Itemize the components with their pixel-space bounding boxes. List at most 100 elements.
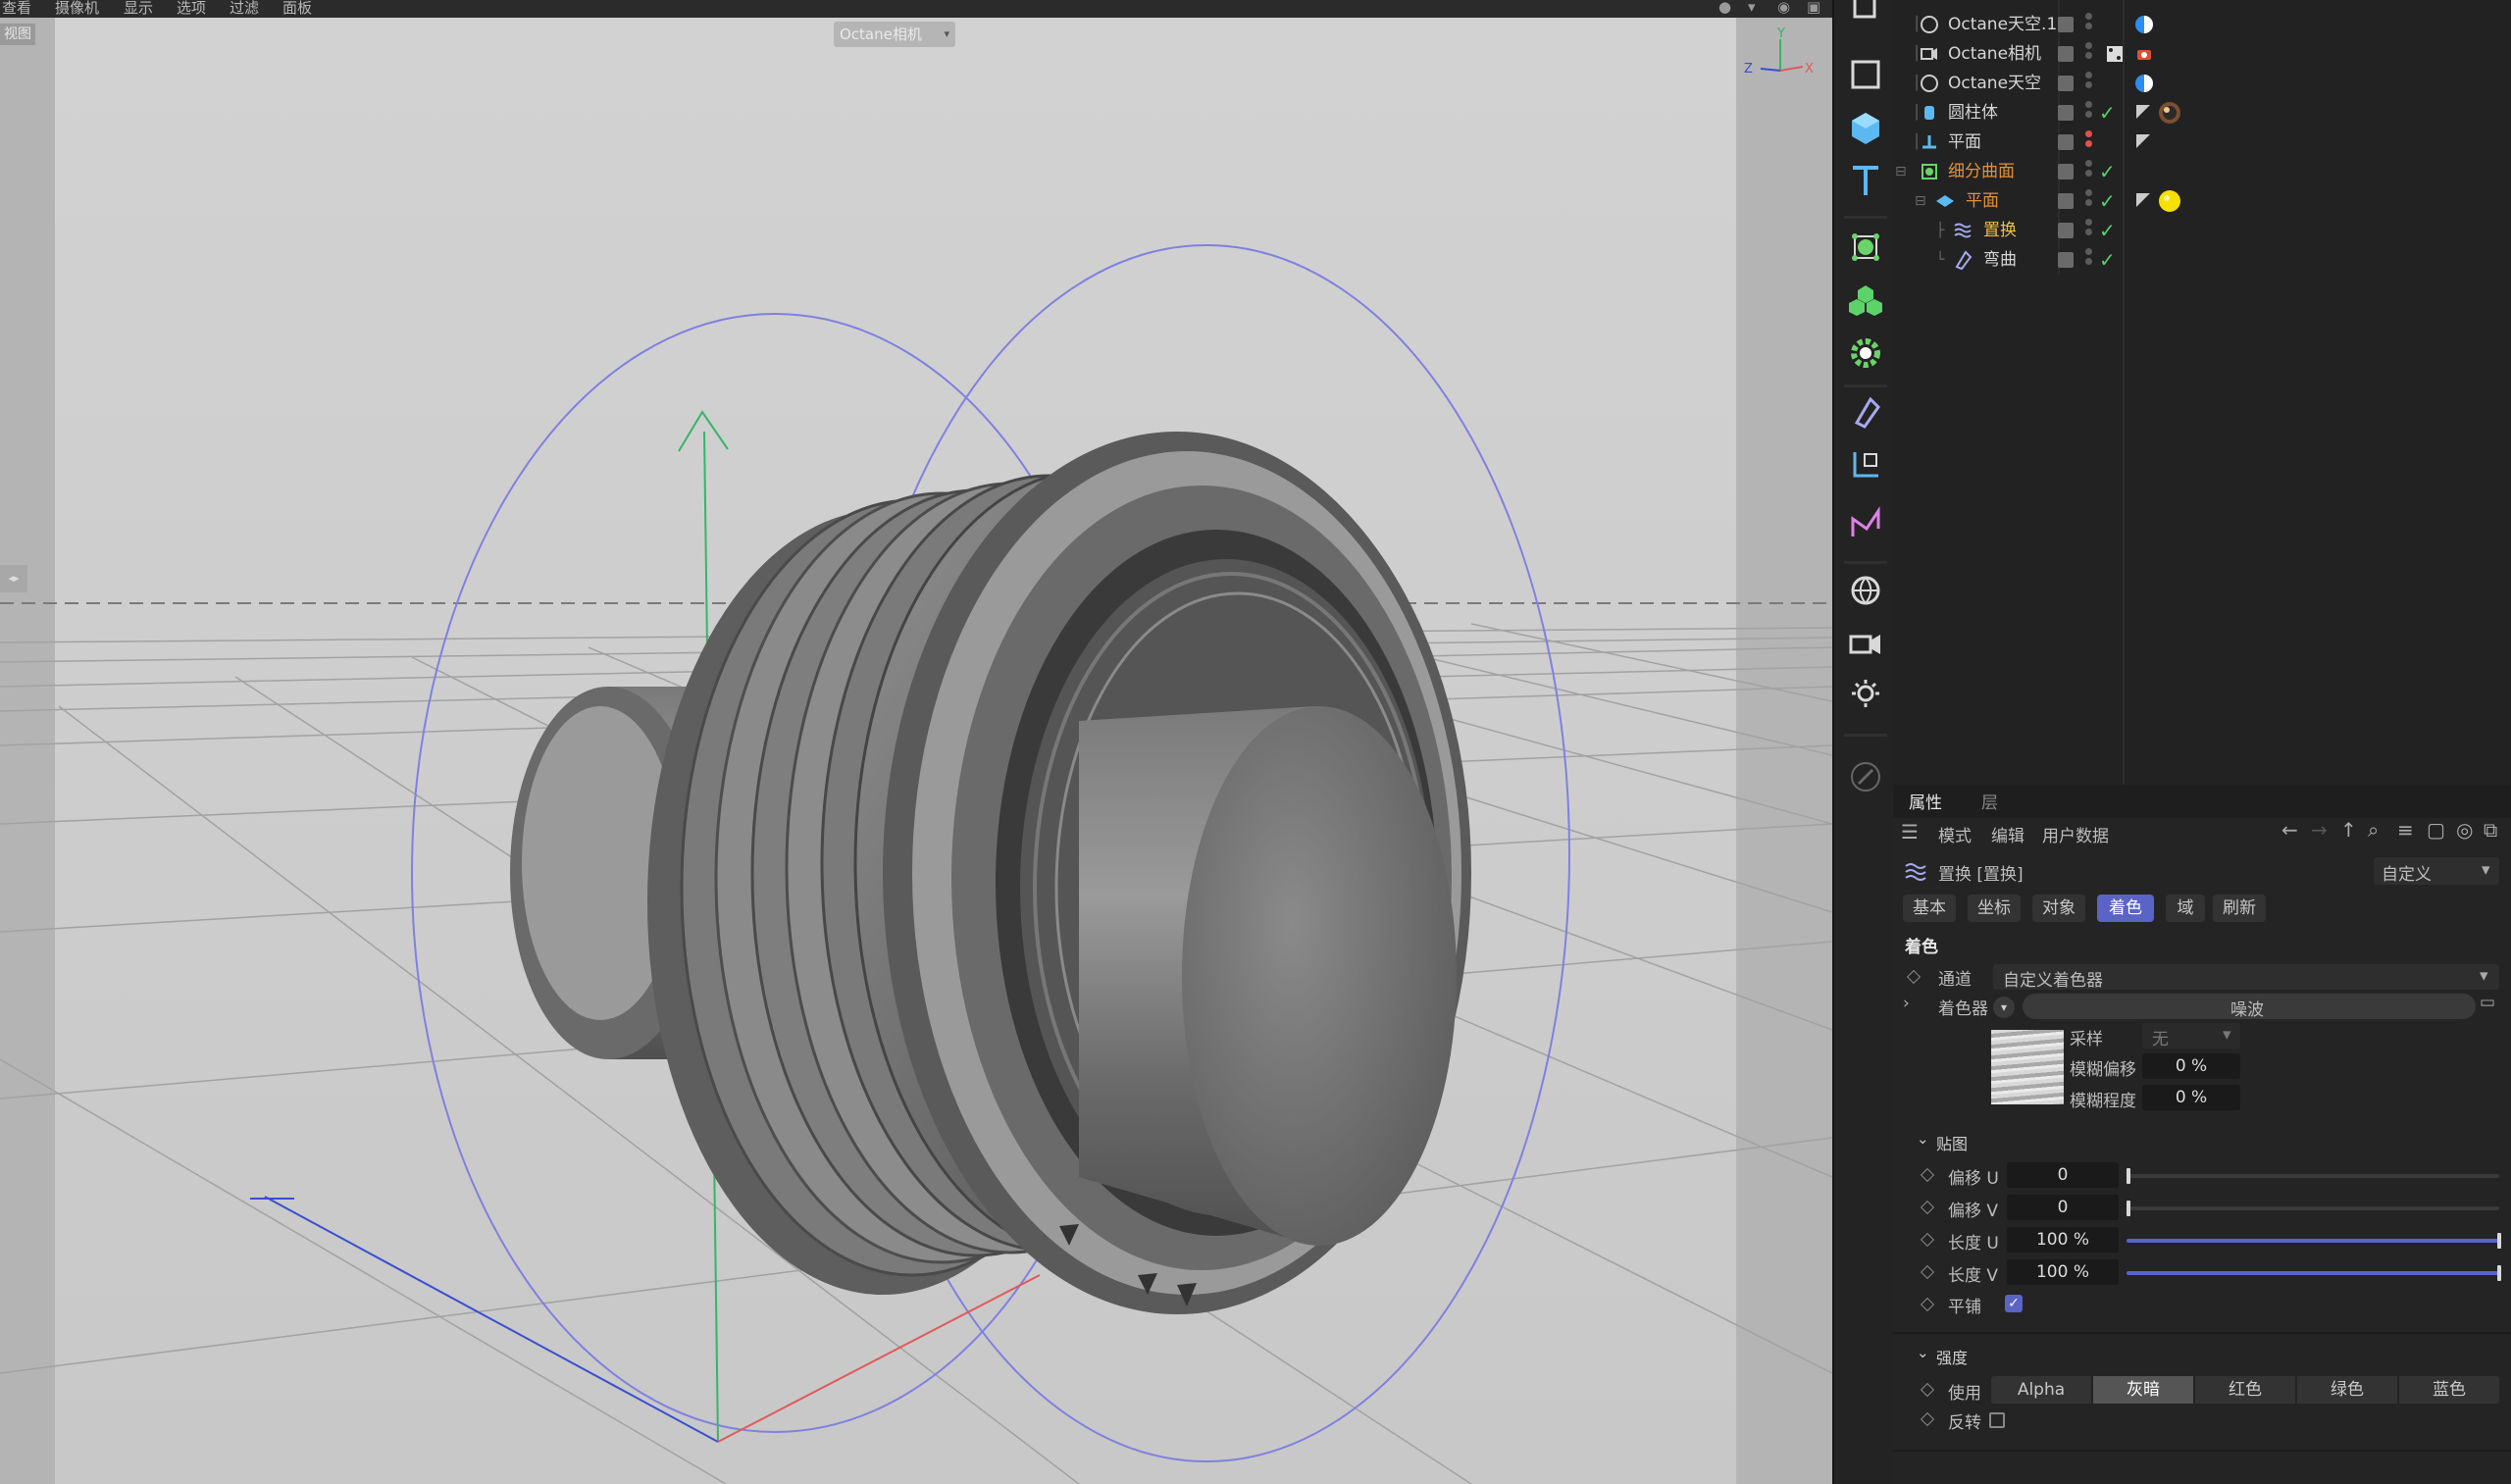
invert-checkbox[interactable] <box>1989 1412 2005 1428</box>
camera-tag-red[interactable] <box>2132 42 2156 66</box>
subtab-field[interactable]: 域 <box>2166 895 2205 922</box>
edit-layer-icon[interactable] <box>2058 134 2074 150</box>
edit-layer-icon[interactable] <box>2058 105 2074 121</box>
target-tag[interactable] <box>2103 42 2127 66</box>
object-row[interactable]: │ Octane相机 <box>1893 39 2511 69</box>
octane-tag-blue[interactable] <box>2132 13 2156 36</box>
edit-layer-icon[interactable] <box>2058 46 2074 62</box>
object-row[interactable]: ⊟ 平面 ✓ <box>1893 186 2511 216</box>
octane-tag-blue[interactable] <box>2132 72 2156 95</box>
visibility-dots[interactable] <box>2085 101 2093 125</box>
subtab-object[interactable]: 对象 <box>2032 895 2085 922</box>
menu-user-data[interactable]: 用户数据 <box>2042 822 2109 846</box>
shader-menu-button[interactable]: ▾ <box>1993 997 2015 1018</box>
blur-offset-field[interactable]: 0 % <box>2142 1053 2240 1079</box>
phong-tag[interactable] <box>2132 130 2156 154</box>
light-tool-button[interactable] <box>1844 675 1887 718</box>
filter-icon[interactable]: ≡ <box>2397 818 2414 842</box>
length-v-slider-handle[interactable] <box>2497 1265 2501 1281</box>
rotate-view-icon[interactable]: ◉ <box>1777 0 1795 16</box>
viewport-side-tab[interactable]: ◂▸ <box>0 565 27 592</box>
shader-slot[interactable]: 噪波 <box>2023 994 2476 1020</box>
menu-options[interactable]: 选项 <box>177 0 206 18</box>
tab-attributes[interactable]: 属性 <box>1909 789 1942 813</box>
environment-tool-button[interactable] <box>1844 569 1887 612</box>
edit-layer-icon[interactable] <box>2058 76 2074 91</box>
subtab-shading[interactable]: 着色 <box>2097 895 2154 922</box>
up-arrow-icon[interactable]: ↑ <box>2340 818 2357 842</box>
new-window-icon[interactable]: ⧉ <box>2484 818 2497 842</box>
displaced-plane-object[interactable] <box>647 432 1471 1314</box>
enabled-check-icon[interactable]: ✓ <box>2099 98 2116 128</box>
offset-v-slider-handle[interactable] <box>2127 1201 2130 1216</box>
edit-layer-icon[interactable] <box>2058 164 2074 179</box>
object-row[interactable]: │ Octane天空.1 <box>1893 10 2511 39</box>
object-row[interactable]: │ 圆柱体 ✓ <box>1893 98 2511 128</box>
length-u-slider[interactable] <box>2127 1239 2499 1243</box>
visibility-dots[interactable] <box>2085 130 2093 154</box>
edit-layer-icon[interactable] <box>2058 193 2074 209</box>
visibility-dots[interactable] <box>2085 42 2093 66</box>
deformer-tool-button[interactable] <box>1844 390 1887 434</box>
visibility-dots[interactable] <box>2085 219 2093 242</box>
rectangle-tool-button[interactable] <box>1844 53 1887 96</box>
offset-v-slider[interactable] <box>2127 1206 2499 1210</box>
move-view-icon[interactable]: ● <box>1718 0 1736 16</box>
maximize-view-icon[interactable]: ▣ <box>1807 0 1824 16</box>
length-v-slider[interactable] <box>2127 1271 2499 1275</box>
length-v-field[interactable]: 100 % <box>2007 1259 2119 1285</box>
menu-filter[interactable]: 过滤 <box>230 0 259 18</box>
enabled-check-icon[interactable]: ✓ <box>2099 245 2116 275</box>
target-icon[interactable]: ◎ <box>2456 818 2473 842</box>
visibility-dots[interactable] <box>2085 160 2093 183</box>
preset-dropdown[interactable]: 自定义 ▾ <box>2374 857 2499 885</box>
folder-icon[interactable]: ▭ <box>2480 993 2495 1012</box>
phong-tag[interactable] <box>2132 101 2156 125</box>
forward-arrow-icon[interactable]: → <box>2311 818 2328 842</box>
object-row[interactable]: ├ 置换 ✓ <box>1893 216 2511 245</box>
enabled-check-icon[interactable]: ✓ <box>2099 157 2116 186</box>
enabled-check-icon[interactable]: ✓ <box>2099 216 2116 245</box>
offset-u-field[interactable]: 0 <box>2007 1162 2119 1188</box>
blur-scale-field[interactable]: 0 % <box>2142 1085 2240 1110</box>
edit-layer-icon[interactable] <box>2058 223 2074 238</box>
use-gray-button[interactable]: 灰暗 <box>2093 1376 2193 1404</box>
visibility-dots[interactable] <box>2085 189 2093 213</box>
chevron-right-icon[interactable]: › <box>1903 994 1910 1013</box>
edit-layer-icon[interactable] <box>2058 252 2074 268</box>
visibility-dots[interactable] <box>2085 72 2093 95</box>
camera-tool-button[interactable] <box>1844 622 1887 665</box>
length-u-field[interactable]: 100 % <box>2007 1227 2119 1253</box>
tab-layers[interactable]: 层 <box>1981 789 1998 813</box>
object-row[interactable]: │ 平面 <box>1893 128 2511 157</box>
menu-camera[interactable]: 摄像机 <box>55 0 99 18</box>
menu-display[interactable]: 显示 <box>124 0 153 18</box>
back-arrow-icon[interactable]: ← <box>2281 818 2298 842</box>
material-tag-yellow[interactable] <box>2158 189 2181 213</box>
object-row[interactable]: └ 弯曲 ✓ <box>1893 245 2511 275</box>
scale-view-icon[interactable]: ▾ <box>1748 0 1766 16</box>
select-tool-button[interactable] <box>1844 0 1887 33</box>
length-u-slider-handle[interactable] <box>2497 1233 2501 1249</box>
brush-tool-button[interactable] <box>1844 755 1887 798</box>
enabled-check-icon[interactable]: ✓ <box>2099 186 2116 216</box>
object-row[interactable]: ⊟ 细分曲面 ✓ <box>1893 157 2511 186</box>
spline-tool-button[interactable] <box>1844 502 1887 545</box>
offset-u-slider-handle[interactable] <box>2127 1168 2130 1184</box>
menu-mode[interactable]: 模式 <box>1938 822 1972 846</box>
use-alpha-button[interactable]: Alpha <box>1991 1376 2091 1404</box>
subtab-refresh[interactable]: 刷新 <box>2213 895 2266 922</box>
hamburger-menu-icon[interactable]: ☰ <box>1901 820 1919 844</box>
subdivision-tool-button[interactable] <box>1844 226 1887 269</box>
channel-dropdown[interactable]: 自定义着色器 ▾ <box>1993 964 2499 991</box>
cube-tool-button[interactable] <box>1844 106 1887 149</box>
search-icon[interactable]: ⌕ <box>2368 818 2379 842</box>
edit-layer-icon[interactable] <box>2058 17 2074 32</box>
3d-viewport[interactable]: Y Z X 视图 Octane相机 ▾ ◂▸ <box>0 18 1832 1484</box>
use-green-button[interactable]: 绿色 <box>2297 1376 2397 1404</box>
use-red-button[interactable]: 红色 <box>2195 1376 2295 1404</box>
visibility-dots[interactable] <box>2085 13 2093 36</box>
menu-panel[interactable]: 面板 <box>282 0 312 18</box>
use-blue-button[interactable]: 蓝色 <box>2399 1376 2499 1404</box>
menu-edit[interactable]: 编辑 <box>1991 822 2024 846</box>
